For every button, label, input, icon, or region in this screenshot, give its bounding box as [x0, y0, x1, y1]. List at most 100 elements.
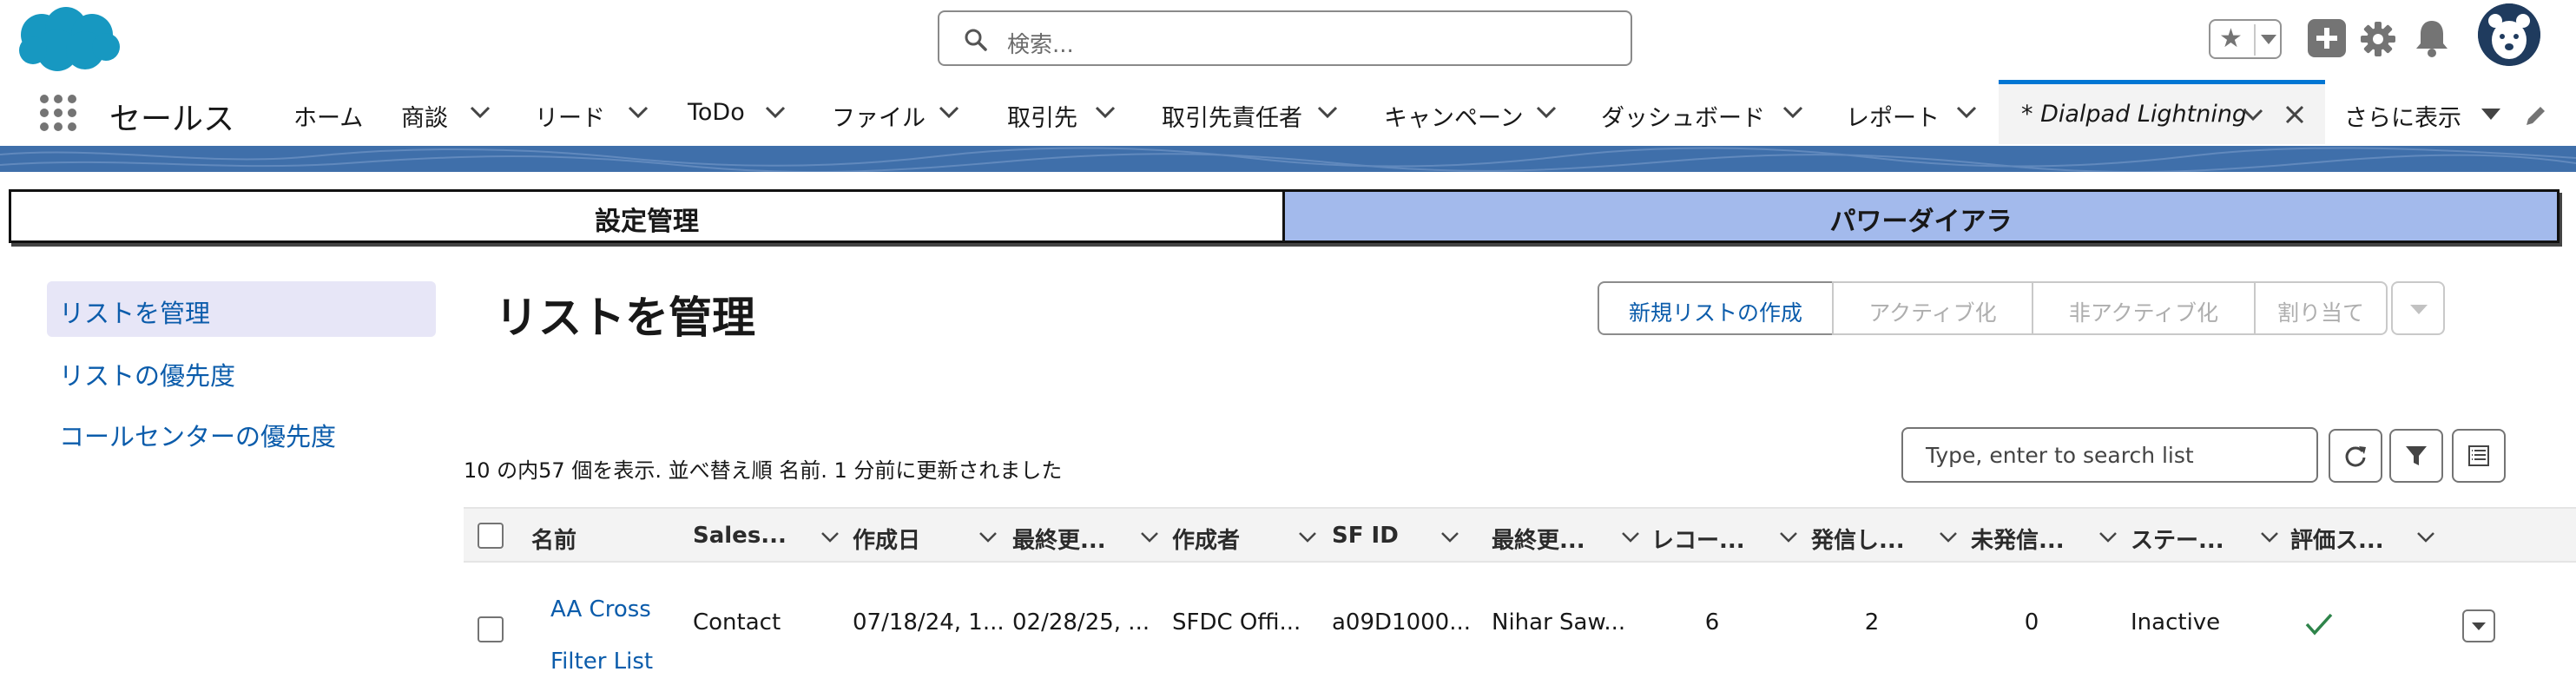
favorites-button[interactable]: ★: [2209, 19, 2282, 59]
nav-item-reports[interactable]: レポート: [1846, 80, 1985, 144]
chevron-down-icon[interactable]: [1297, 526, 1318, 547]
nav-item-accounts[interactable]: 取引先: [1007, 80, 1120, 144]
column-header-label: 作成日: [853, 528, 921, 554]
bear-avatar[interactable]: [2478, 3, 2540, 66]
column-header-dialed[interactable]: 発信し...: [1811, 509, 1971, 564]
cell-status: Inactive: [2131, 609, 2221, 636]
button-label: アクティブ化: [1868, 300, 1997, 326]
sidebar-item-list-priority[interactable]: リストの優先度: [47, 344, 436, 399]
nav-more-button[interactable]: さらに表示: [2344, 99, 2461, 133]
nav-item-contacts[interactable]: 取引先責任者: [1162, 80, 1344, 144]
chevron-down-icon[interactable]: [820, 526, 840, 547]
column-header-sf-id[interactable]: SF ID: [1332, 509, 1492, 564]
chevron-down-icon: [2472, 622, 2486, 630]
chevron-down-icon[interactable]: [938, 101, 960, 123]
chevron-down-icon[interactable]: [1440, 526, 1460, 547]
search-placeholder: Type, enter to search list: [1926, 443, 2194, 468]
new-list-button[interactable]: 新規リストの作成: [1598, 281, 1834, 335]
table-row[interactable]: AA Cross Filter List Contact 07/18/24, 1…: [464, 564, 2576, 685]
column-header-created-by[interactable]: 作成者: [1172, 509, 1332, 564]
list-name-line: AA Cross: [550, 596, 651, 622]
nav-item-todo[interactable]: ToDo: [688, 80, 800, 144]
sidebar-item-manage-lists[interactable]: リストを管理: [47, 281, 436, 337]
column-header-rating[interactable]: 評価ス...: [2290, 509, 2450, 564]
sidebar-item-label: リストの優先度: [59, 361, 236, 391]
column-header-last-modified-by[interactable]: 最終更...: [1492, 509, 1651, 564]
nav-item-dialpad-lightning[interactable]: * Dialpad Lightning: [1999, 80, 2325, 144]
page-title: リストを管理: [495, 293, 755, 343]
column-header-created-date[interactable]: 作成日: [853, 509, 1012, 564]
refresh-icon: [2345, 446, 2366, 467]
more-actions-button[interactable]: [2391, 281, 2445, 335]
cell-records: 6: [1704, 609, 1720, 636]
deactivate-button[interactable]: 非アクティブ化: [2032, 281, 2256, 335]
sidebar-item-label: リストを管理: [59, 299, 211, 328]
column-header-name[interactable]: 名前: [531, 509, 688, 564]
nav-item-home[interactable]: ホーム: [293, 80, 380, 144]
bell-icon[interactable]: [2412, 17, 2452, 59]
chevron-down-icon[interactable]: [1620, 526, 1641, 547]
chevron-down-icon[interactable]: [2261, 35, 2276, 44]
column-header-sales[interactable]: Sales...: [693, 509, 854, 564]
nav-item-files[interactable]: ファイル: [832, 80, 971, 144]
list-name-link[interactable]: AA Cross Filter List: [550, 583, 653, 685]
gear-icon[interactable]: [2358, 19, 2398, 59]
tab-power-dialer[interactable]: パワーダイアラ: [1285, 192, 2557, 240]
chevron-down-icon[interactable]: [1778, 526, 1799, 547]
plus-icon[interactable]: [2308, 19, 2346, 57]
chevron-down-icon[interactable]: [627, 101, 649, 123]
row-checkbox[interactable]: [478, 616, 504, 642]
tab-settings-management[interactable]: 設定管理: [11, 192, 1285, 240]
chevron-down-icon[interactable]: [469, 101, 491, 123]
nav-item-label: 商談: [401, 105, 448, 132]
chevron-down-icon[interactable]: [1938, 526, 1959, 547]
pencil-icon[interactable]: [2523, 102, 2549, 128]
star-icon: ★: [2219, 23, 2243, 54]
salesforce-cloud-logo[interactable]: [16, 5, 122, 75]
chevron-down-icon[interactable]: [1955, 101, 1978, 123]
column-header-label: 未発信...: [1971, 528, 2065, 554]
app-launcher-icon[interactable]: [38, 93, 78, 133]
column-header-not-dialed[interactable]: 未発信...: [1971, 509, 2131, 564]
chevron-down-icon[interactable]: [2098, 526, 2118, 547]
chevron-down-icon[interactable]: [1094, 101, 1117, 123]
chevron-down-icon[interactable]: [1782, 101, 1804, 123]
column-settings-button[interactable]: [2452, 429, 2506, 483]
global-search-input[interactable]: 検索...: [938, 10, 1632, 66]
select-all-checkbox[interactable]: [478, 523, 504, 549]
chevron-down-icon[interactable]: [2259, 526, 2280, 547]
cell-dialed: 2: [1864, 609, 1880, 636]
chevron-down-icon[interactable]: [2481, 109, 2500, 120]
nav-item-label: ToDo: [688, 99, 745, 126]
column-header-status[interactable]: ステー...: [2131, 509, 2290, 564]
tab-label: 設定管理: [595, 207, 699, 237]
chevron-down-icon[interactable]: [2415, 526, 2436, 547]
nav-item-label: キャンペーン: [1384, 105, 1524, 132]
chevron-down-icon[interactable]: [2242, 103, 2264, 126]
activate-button[interactable]: アクティブ化: [1832, 281, 2033, 335]
nav-item-opportunities[interactable]: 商談: [401, 80, 497, 144]
column-header-last-modified[interactable]: 最終更...: [1012, 509, 1172, 564]
close-icon[interactable]: [2283, 103, 2306, 126]
refresh-button[interactable]: [2329, 429, 2382, 483]
nav-item-campaigns[interactable]: キャンペーン: [1384, 80, 1566, 144]
column-header-label: 最終更...: [1012, 528, 1106, 554]
list-search-input[interactable]: Type, enter to search list: [1901, 427, 2318, 483]
nav-item-leads[interactable]: リード: [535, 80, 656, 144]
nav-item-label: ダッシュボード: [1601, 105, 1765, 132]
nav-item-label: レポート: [1846, 105, 1940, 132]
sidebar-item-call-center-priority[interactable]: コールセンターの優先度: [47, 405, 436, 460]
chevron-down-icon[interactable]: [764, 101, 787, 123]
assign-button[interactable]: 割り当て: [2254, 281, 2388, 335]
chevron-down-icon[interactable]: [978, 526, 998, 547]
chevron-down-icon[interactable]: [1316, 101, 1339, 123]
nav-item-dashboards[interactable]: ダッシュボード: [1601, 80, 1809, 144]
chevron-down-icon[interactable]: [1139, 526, 1160, 547]
chevron-down-icon[interactable]: [1535, 101, 1558, 123]
row-actions-button[interactable]: [2462, 609, 2495, 642]
filter-button[interactable]: [2389, 429, 2443, 483]
list-name-line: Filter List: [550, 649, 654, 675]
column-header-label: レコー...: [1651, 528, 1745, 554]
column-header-records[interactable]: レコー...: [1651, 509, 1811, 564]
favorites-divider: [2254, 24, 2256, 56]
